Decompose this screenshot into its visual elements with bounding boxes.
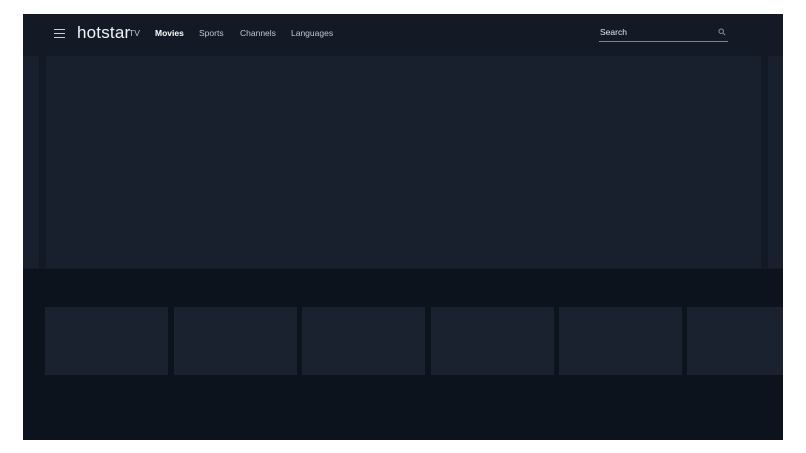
top-nav-bar: hotstar TV Movies Sports Channels Langua… (23, 14, 783, 54)
nav-item-tv[interactable]: TV (129, 28, 140, 39)
search-field[interactable]: Search (599, 26, 728, 42)
search-icon[interactable] (718, 28, 726, 36)
hero-slide-next[interactable] (768, 56, 783, 268)
header-hero-area: hotstar TV Movies Sports Channels Langua… (23, 14, 783, 269)
search-label: Search (600, 27, 627, 37)
nav-item-channels[interactable]: Channels (240, 28, 276, 39)
hotstar-logo[interactable]: hotstar (77, 23, 130, 43)
nav-item-sports[interactable]: Sports (199, 28, 224, 39)
hero-slide-previous[interactable] (23, 56, 39, 268)
tray-card[interactable] (431, 307, 554, 375)
nav-item-languages[interactable]: Languages (291, 28, 333, 39)
tray-card[interactable] (687, 307, 783, 375)
tray-card[interactable] (174, 307, 297, 375)
tray-card[interactable] (45, 307, 168, 375)
hotstar-app: hotstar TV Movies Sports Channels Langua… (23, 14, 783, 440)
tray-card[interactable] (302, 307, 425, 375)
hero-slide-current[interactable] (46, 56, 761, 268)
tray-card[interactable] (559, 307, 682, 375)
hamburger-menu-icon[interactable] (54, 29, 65, 38)
nav-item-movies[interactable]: Movies (155, 28, 184, 39)
